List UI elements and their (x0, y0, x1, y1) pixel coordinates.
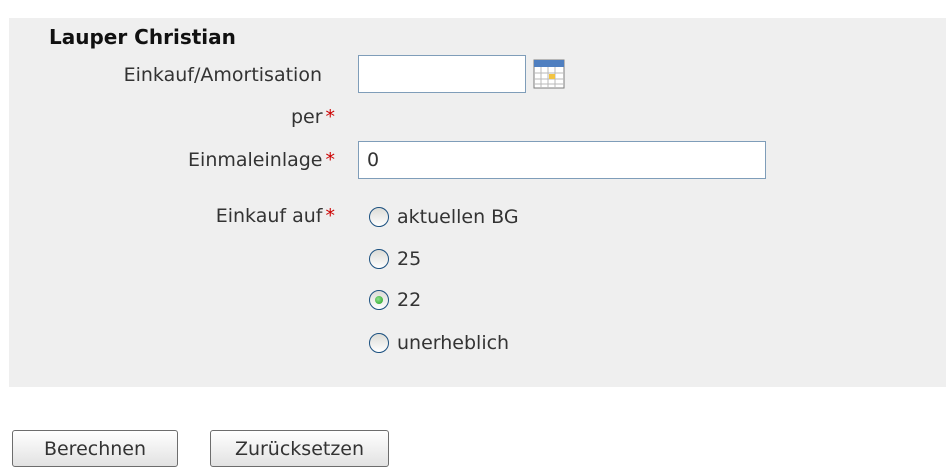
einkauf-per-date-input[interactable] (358, 55, 526, 93)
required-marker: * (325, 205, 336, 227)
radio-option-25[interactable]: 25 (369, 244, 421, 274)
einkauf-auf-label: Einkauf auf * (216, 204, 335, 228)
radio-button-selected[interactable] (369, 290, 389, 310)
einmaleinlage-label-text: Einmaleinlage (188, 149, 323, 171)
required-marker: * (325, 149, 336, 171)
radio-option-22[interactable]: 22 (369, 285, 421, 315)
einkauf-auf-label-text: Einkauf auf (215, 205, 323, 227)
einkauf-per-label-line2: per (290, 106, 323, 128)
einkauf-per-label-second: per * (291, 105, 335, 129)
reset-button[interactable]: Zurücksetzen (210, 430, 389, 467)
radio-label[interactable]: 22 (397, 288, 421, 312)
radio-option-unerheblich[interactable]: unerheblich (369, 328, 509, 358)
required-marker: * (325, 106, 336, 128)
einmaleinlage-label: Einmaleinlage * (188, 148, 335, 172)
radio-label[interactable]: aktuellen BG (397, 205, 519, 229)
radio-button[interactable] (369, 333, 389, 353)
form-title: Lauper Christian (49, 25, 236, 49)
einmaleinlage-input[interactable] (358, 141, 766, 179)
radio-option-aktuellen-bg[interactable]: aktuellen BG (369, 202, 519, 232)
radio-button[interactable] (369, 249, 389, 269)
radio-label[interactable]: unerheblich (397, 331, 509, 355)
radio-label[interactable]: 25 (397, 247, 421, 271)
calendar-icon[interactable] (533, 59, 565, 89)
einkauf-per-label: Einkauf/Amortisation (124, 63, 322, 87)
calculate-button[interactable]: Berechnen (12, 430, 178, 467)
einkauf-per-label-line1: Einkauf/Amortisation (123, 64, 322, 86)
radio-button[interactable] (369, 207, 389, 227)
